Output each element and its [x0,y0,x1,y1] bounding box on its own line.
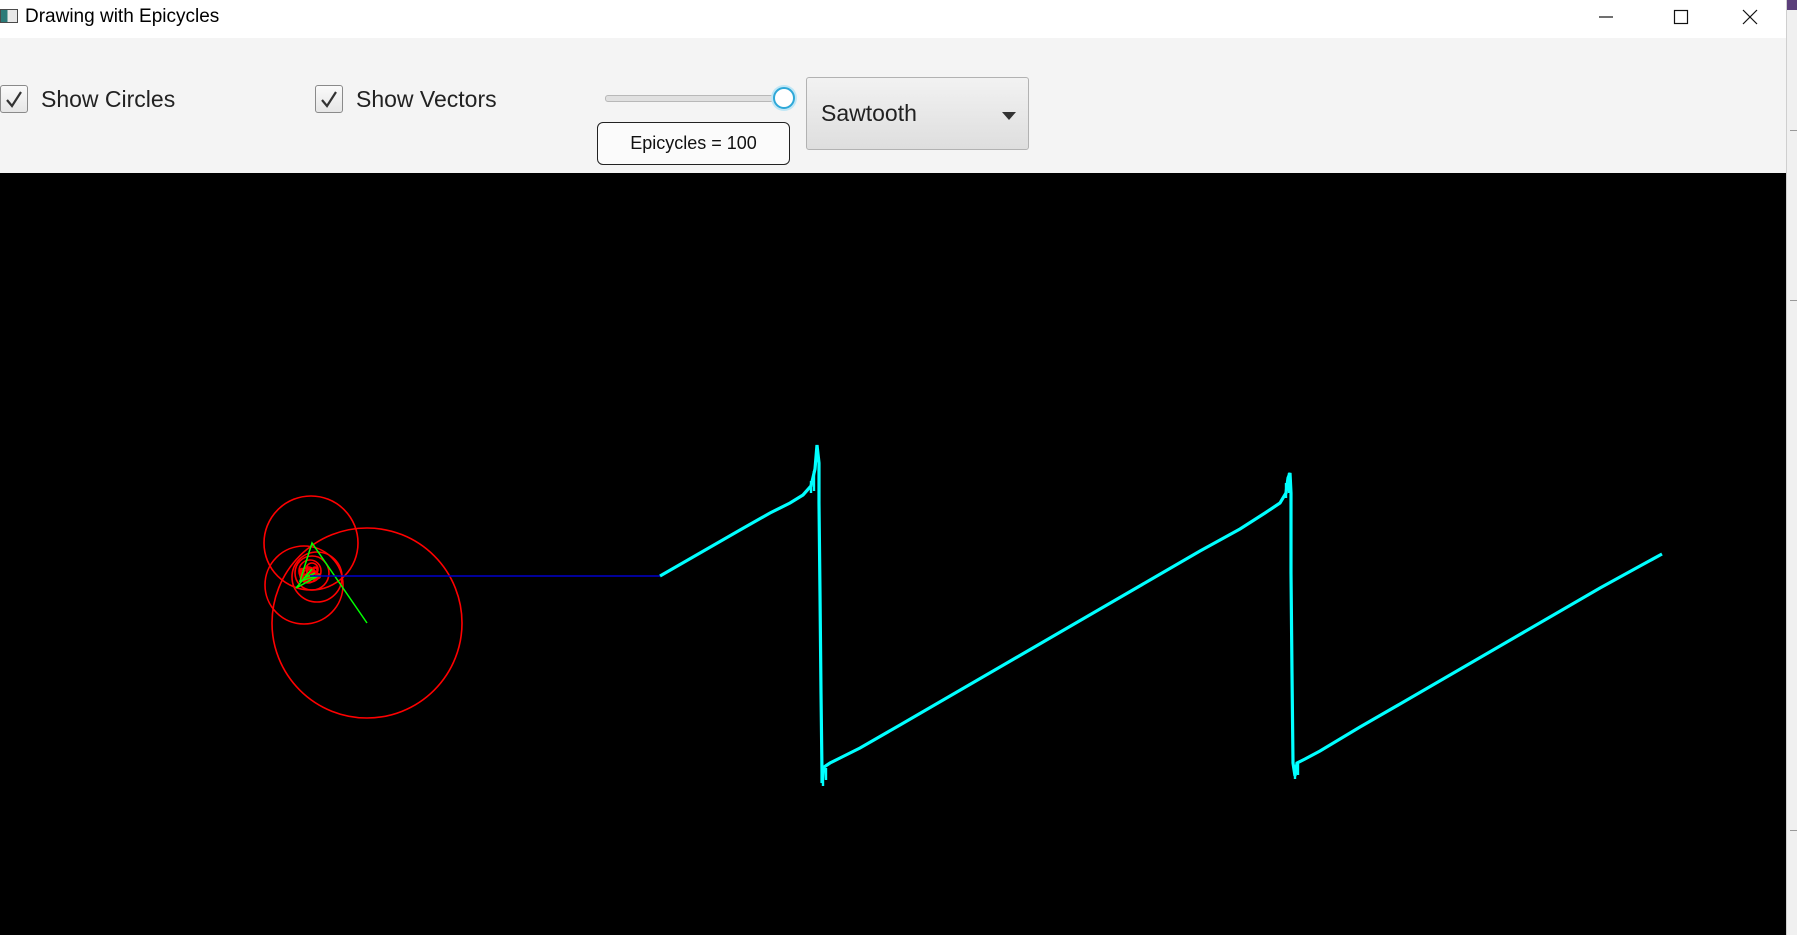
maximize-button[interactable] [1646,0,1716,34]
checkmark-icon [6,91,22,108]
background-window-accent [1787,0,1797,10]
show-vectors-toggle[interactable]: Show Vectors [315,82,497,116]
maximize-icon [1673,9,1689,25]
minimize-icon [1599,16,1613,18]
show-vectors-checkbox[interactable] [315,85,343,113]
show-vectors-label: Show Vectors [356,85,497,112]
close-icon [1742,9,1758,25]
checkmark-icon [321,91,337,108]
drawing-canvas[interactable] [0,173,1786,935]
epicycles-count-label: Epicycles = 100 [597,122,790,165]
epicycles-slider[interactable] [605,86,795,110]
toolbar: Show Circles Show Vectors Epicycles = 10… [0,38,1786,173]
app-icon [0,9,18,23]
waveform-select[interactable]: Sawtooth [806,77,1029,150]
sawtooth-trace [659,444,1663,784]
show-circles-label: Show Circles [41,85,176,112]
chevron-down-icon [1002,112,1016,120]
waveform-select-value: Sawtooth [821,100,917,126]
minimize-button[interactable] [1571,0,1641,34]
epicycle-circles [263,495,463,719]
show-circles-checkbox[interactable] [0,85,28,113]
app-window: Drawing with Epicycles Show Circles Show… [0,0,1786,935]
gibbs-ringing [809,471,1300,786]
slider-track[interactable] [605,95,785,102]
close-button[interactable] [1715,0,1785,34]
background-window-edge [1786,0,1797,935]
window-title: Drawing with Epicycles [25,6,220,27]
slider-thumb[interactable] [773,87,795,109]
show-circles-toggle[interactable]: Show Circles [0,82,175,116]
title-bar[interactable]: Drawing with Epicycles [0,0,1786,38]
epicycle-drawing [263,444,1663,786]
